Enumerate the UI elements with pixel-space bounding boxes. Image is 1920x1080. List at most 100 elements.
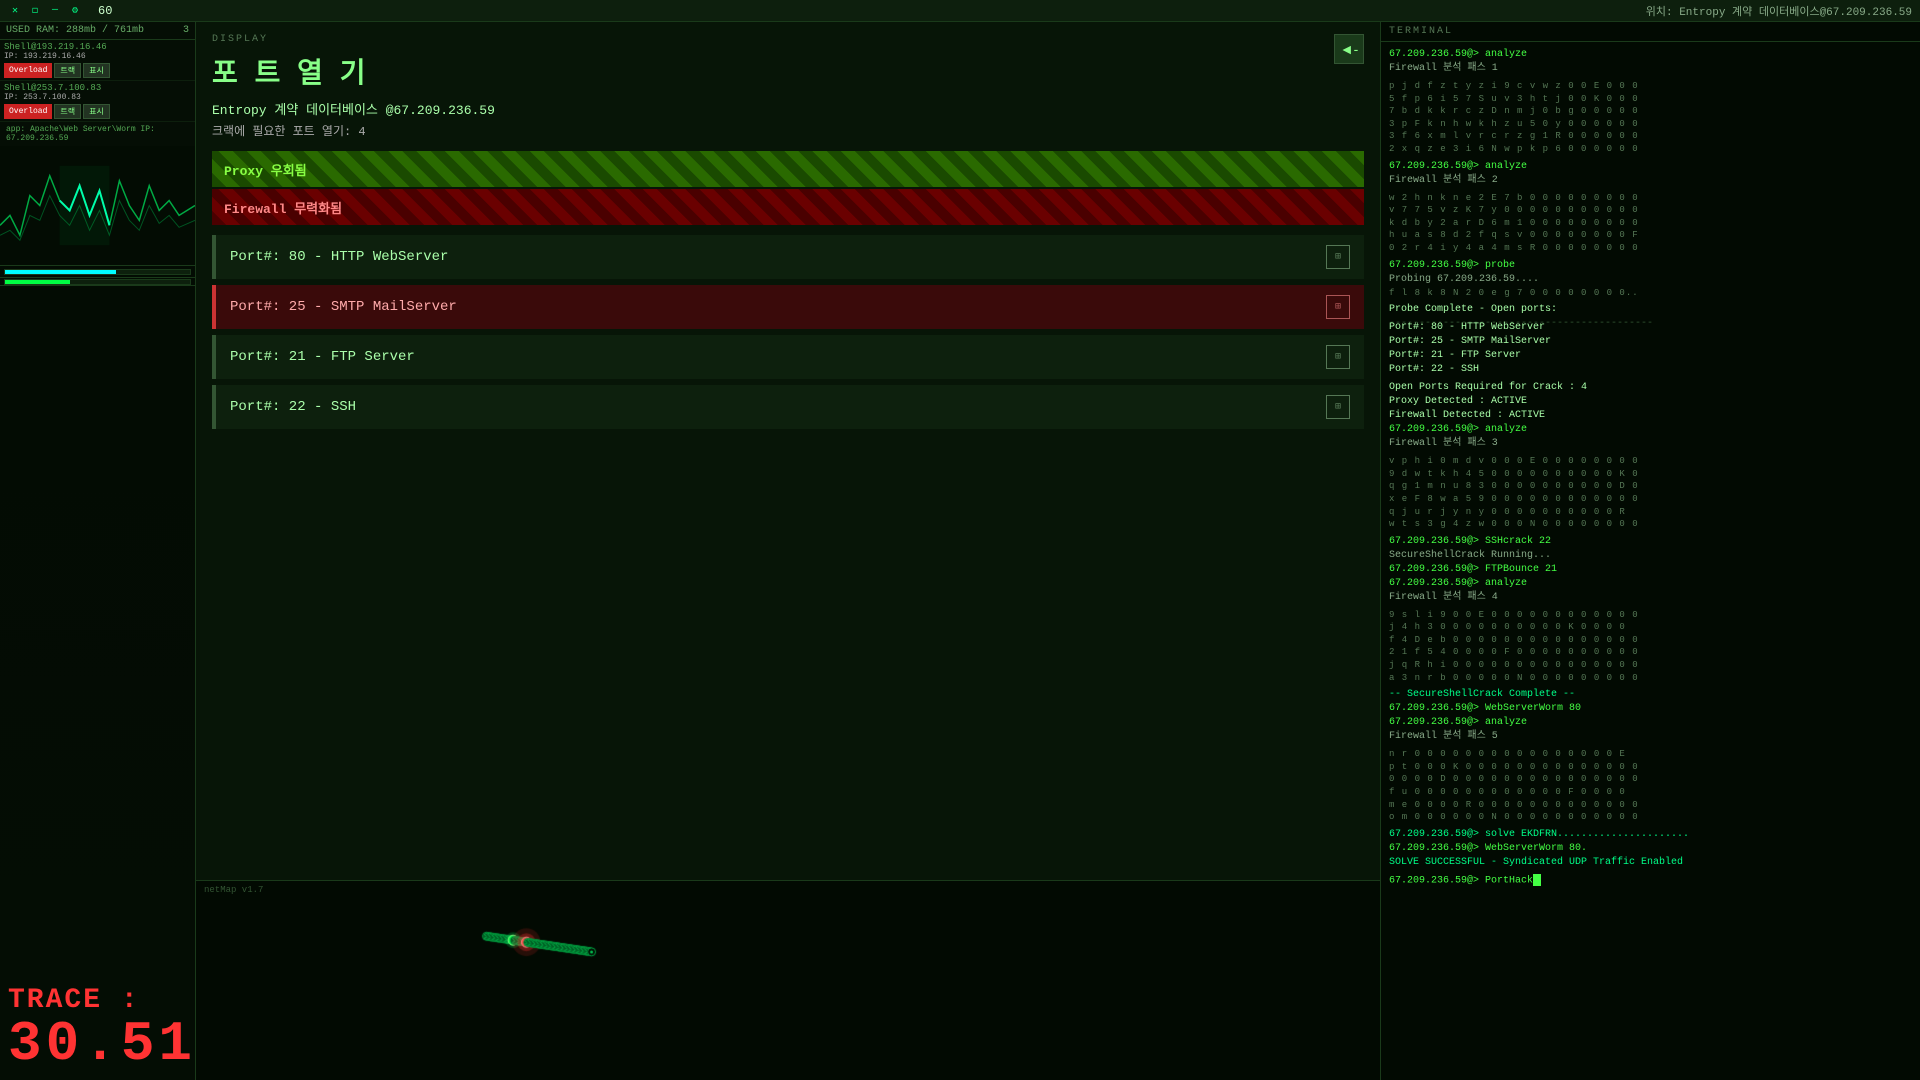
firewall-banner-text: Firewall 무력화됨 bbox=[224, 198, 342, 217]
top-bar-number: 60 bbox=[98, 4, 112, 18]
maximize-icon[interactable]: ◻ bbox=[28, 4, 42, 18]
terminal-line: 0 2 r 4 i y 4 a 4 m s R 0 0 0 0 0 0 0 0 bbox=[1389, 242, 1912, 255]
terminal-line: 3 f 6 x m l v r c r z g 1 R 0 0 0 0 0 0 bbox=[1389, 130, 1912, 143]
top-bar: ✕ ◻ — ⚙ 60 위치: Entropy 계약 데이터베이스@67.209.… bbox=[0, 0, 1920, 22]
terminal-line: q j u r j y n y 0 0 0 0 0 0 0 0 0 0 R bbox=[1389, 506, 1912, 519]
port-label-80: Port#: 80 - HTTP WebServer bbox=[230, 249, 448, 265]
progress-track-2 bbox=[4, 279, 191, 285]
terminal-line: k d b y 2 a r D 6 m 1 0 0 0 0 0 0 0 0 0 bbox=[1389, 217, 1912, 230]
ram-section: USED RAM: 288mb / 761mb 3 bbox=[0, 22, 195, 40]
terminal-line: 5 f p 6 i 5 7 S u v 3 h t j 0 0 K 0 0 0 bbox=[1389, 93, 1912, 106]
terminal-line: p t 0 0 0 K 0 0 0 0 0 0 0 0 0 0 0 0 0 0 bbox=[1389, 761, 1912, 774]
terminal-line: Port#: 22 - SSH bbox=[1389, 363, 1912, 377]
terminal-line: o m 0 0 0 0 0 0 N 0 0 0 0 0 0 0 0 0 0 0 bbox=[1389, 811, 1912, 824]
shell-1-ip2: IP: 193.219.16.46 bbox=[4, 52, 191, 61]
progress-fill-2 bbox=[5, 280, 70, 284]
shell-row-2: Shell@253.7.100.83 IP: 253.7.100.83 Over… bbox=[0, 81, 195, 122]
terminal-line: Firewall 분석 패스 1 bbox=[1389, 62, 1912, 76]
progress-bars bbox=[0, 266, 195, 278]
port-label-25: Port#: 25 - SMTP MailServer bbox=[230, 299, 457, 315]
top-bar-left: ✕ ◻ — ⚙ 60 bbox=[8, 4, 112, 18]
terminal-line: n r 0 0 0 0 0 0 0 0 0 0 0 0 0 0 0 0 E bbox=[1389, 748, 1912, 761]
terminal-line: SecureShellCrack Running... bbox=[1389, 549, 1912, 563]
progress-track-1 bbox=[4, 269, 191, 275]
terminal-line: Firewall 분석 패스 4 bbox=[1389, 591, 1912, 605]
terminal-line: Proxy Detected : ACTIVE bbox=[1389, 395, 1912, 409]
trace-value: 30.51 bbox=[8, 1016, 187, 1072]
terminal-line: Probing 67.209.236.59.... bbox=[1389, 273, 1912, 287]
terminal-line: 9 d w t k h 4 5 0 0 0 0 0 0 0 0 0 0 K 0 bbox=[1389, 468, 1912, 481]
terminal-output: 67.209.236.59@> analyze Firewall 분석 패스 1 p… bbox=[1381, 42, 1920, 1080]
ram-num: 3 bbox=[183, 25, 189, 36]
port-icon-25: ⊞ bbox=[1326, 295, 1350, 319]
port-icon-80: ⊞ bbox=[1326, 245, 1350, 269]
port-list: Port#: 80 - HTTP WebServer ⊞Port#: 25 - … bbox=[212, 235, 1364, 429]
progress-bar-2-container bbox=[0, 278, 195, 286]
terminal-line: 0 0 0 0 D 0 0 0 0 0 0 0 0 0 0 0 0 0 0 0 bbox=[1389, 773, 1912, 786]
terminal-line: h u a s 8 d 2 f q s v 0 0 0 0 0 0 0 0 F bbox=[1389, 229, 1912, 242]
terminal-line: 67.209.236.59@> WebServerWorm 80. bbox=[1389, 842, 1912, 856]
terminal-line: 67.209.236.59@> analyze bbox=[1389, 577, 1912, 591]
settings-icon[interactable]: ⚙ bbox=[68, 4, 82, 18]
terminal-line: Port#: 21 - FTP Server bbox=[1389, 349, 1912, 363]
shell-2-buttons: Overload 트랙 표시 bbox=[4, 104, 191, 119]
terminal-label: TERMINAL bbox=[1381, 22, 1920, 42]
terminal-line: Firewall Detected : ACTIVE bbox=[1389, 409, 1912, 423]
right-panel: TERMINAL 67.209.236.59@> analyzeFirewall… bbox=[1380, 22, 1920, 1080]
display-label: DISPLAY bbox=[212, 34, 1364, 45]
display-btn-1[interactable]: 표시 bbox=[83, 63, 110, 78]
port-label-22: Port#: 22 - SSH bbox=[230, 399, 356, 415]
terminal-line: m e 0 0 0 0 R 0 0 0 0 0 0 0 0 0 0 0 0 0 bbox=[1389, 799, 1912, 812]
port-card-80[interactable]: Port#: 80 - HTTP WebServer ⊞ bbox=[212, 235, 1364, 279]
terminal-line: 3 p F k n h w k h z u 5 0 y 0 0 0 0 0 0 bbox=[1389, 118, 1912, 131]
overload-btn-2[interactable]: Overload bbox=[4, 104, 52, 119]
terminal-line: x e F 8 w a 5 9 0 0 0 0 0 0 0 0 0 0 0 0 bbox=[1389, 493, 1912, 506]
terminal-line: q g 1 m n u 8 3 0 0 0 0 0 0 0 0 0 0 D 0 bbox=[1389, 480, 1912, 493]
terminal-line: a 3 n r b 0 0 0 0 0 N 0 0 0 0 0 0 0 0 0 bbox=[1389, 672, 1912, 685]
shell-2-ip2: IP: 253.7.100.83 bbox=[4, 93, 191, 102]
terminal-line: 2 1 f 5 4 0 0 0 0 F 0 0 0 0 0 0 0 0 0 0 bbox=[1389, 646, 1912, 659]
track-btn-1[interactable]: 트랙 bbox=[54, 63, 81, 78]
port-card-25[interactable]: Port#: 25 - SMTP MailServer ⊞ bbox=[212, 285, 1364, 329]
terminal-line: f u 0 0 0 0 0 0 0 0 0 0 0 0 F 0 0 0 0 bbox=[1389, 786, 1912, 799]
display-btn-2[interactable]: 표시 bbox=[83, 104, 110, 119]
terminal-line: 67.209.236.59@> analyze bbox=[1389, 160, 1912, 174]
shell-2-ip: Shell@253.7.100.83 bbox=[4, 83, 191, 93]
trace-section: TRACE : 30.51 bbox=[0, 286, 195, 1080]
back-button[interactable]: ◄- bbox=[1334, 34, 1364, 64]
terminal-line: 67.209.236.59@> FTPBounce 21 bbox=[1389, 563, 1912, 577]
terminal-line: 67.209.236.59@> PortHack bbox=[1389, 874, 1912, 889]
center-panel: DISPLAY 포 트 열 기 Entropy 계약 데이터베이스 @67.20… bbox=[196, 22, 1380, 1080]
shell-1-buttons: Overload 트랙 표시 bbox=[4, 63, 191, 78]
terminal-line: 67.209.236.59@> probe bbox=[1389, 259, 1912, 273]
terminal-cursor bbox=[1533, 874, 1541, 886]
top-bar-status: 위치: Entropy 계약 데이터베이스@67.209.236.59 bbox=[1646, 3, 1912, 19]
shell-row-1: Shell@193.219.16.46 IP: 193.219.16.46 Ov… bbox=[0, 40, 195, 81]
terminal-line: f 4 D e b 0 0 0 0 0 0 0 0 0 0 0 0 0 0 0 bbox=[1389, 634, 1912, 647]
shell-1-ip: Shell@193.219.16.46 bbox=[4, 42, 191, 52]
crack-info: 크랙에 필요한 포트 열기: 4 bbox=[212, 122, 1364, 139]
close-icon[interactable]: ✕ bbox=[8, 4, 22, 18]
port-card-21[interactable]: Port#: 21 - FTP Server ⊞ bbox=[212, 335, 1364, 379]
target-info: Entropy 계약 데이터베이스 @67.209.236.59 bbox=[212, 99, 1364, 118]
terminal-line: 67.209.236.59@> WebServerWorm 80 bbox=[1389, 702, 1912, 716]
netmap-canvas-element bbox=[196, 881, 1380, 1080]
minimize-icon[interactable]: — bbox=[48, 4, 62, 18]
main-layout: USED RAM: 288mb / 761mb 3 Shell@193.219.… bbox=[0, 22, 1920, 1080]
terminal-line: w 2 h n k n e 2 E 7 b 0 0 0 0 0 0 0 0 0 bbox=[1389, 192, 1912, 205]
terminal-line: Firewall 분석 패스 3 bbox=[1389, 437, 1912, 451]
port-card-22[interactable]: Port#: 22 - SSH ⊞ bbox=[212, 385, 1364, 429]
waveform-display bbox=[0, 146, 195, 266]
left-panel: USED RAM: 288mb / 761mb 3 Shell@193.219.… bbox=[0, 22, 196, 1080]
port-icon-21: ⊞ bbox=[1326, 345, 1350, 369]
track-btn-2[interactable]: 트랙 bbox=[54, 104, 81, 119]
port-label-21: Port#: 21 - FTP Server bbox=[230, 349, 415, 365]
port-icon-22: ⊞ bbox=[1326, 395, 1350, 419]
terminal-line: 67.209.236.59@> SSHcrack 22 bbox=[1389, 535, 1912, 549]
netmap-label: netMap v1.7 bbox=[204, 885, 263, 895]
terminal-line: v p h i 0 m d v 0 0 0 E 0 0 0 0 0 0 0 0 bbox=[1389, 455, 1912, 468]
terminal-line: 67.209.236.59@> analyze bbox=[1389, 423, 1912, 437]
terminal-line: 9 s l i 9 0 0 E 0 0 0 0 0 0 0 0 0 0 0 0 bbox=[1389, 609, 1912, 622]
overload-btn-1[interactable]: Overload bbox=[4, 63, 52, 78]
progress-fill-1 bbox=[5, 270, 116, 274]
